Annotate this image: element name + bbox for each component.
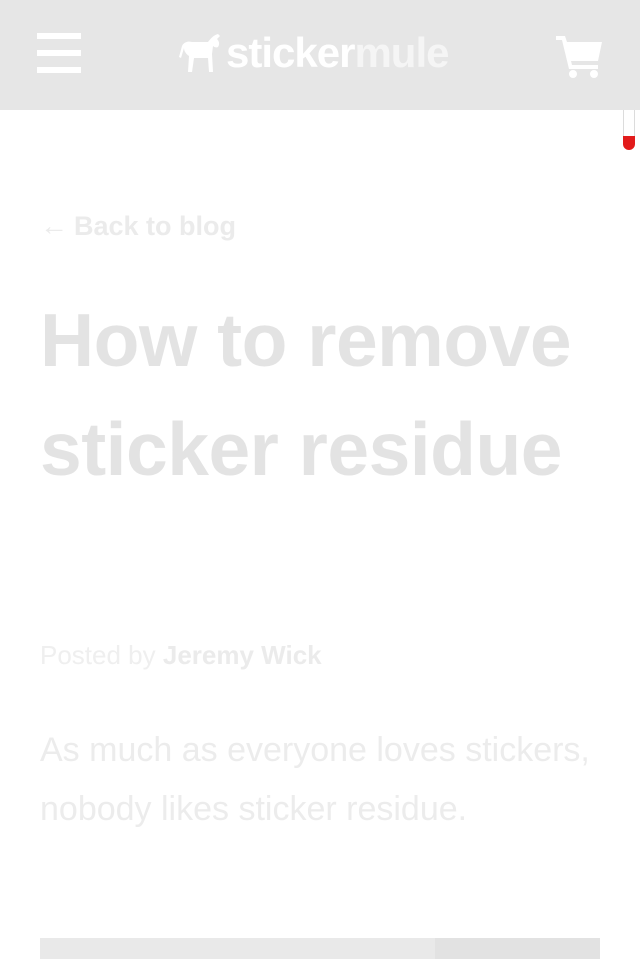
sticker-mule-logo[interactable]: sticker mule (178, 29, 449, 76)
scroll-progress-indicator (622, 110, 636, 150)
hamburger-menu-bar (37, 50, 81, 56)
logo-wordmark-mule: mule (354, 29, 449, 76)
hamburger-menu-icon (37, 33, 81, 39)
left-arrow-icon: ← (40, 210, 68, 241)
hamburger-menu-bar (37, 67, 81, 73)
scroll-progress-marker (623, 136, 635, 150)
hero-image-segment (435, 938, 600, 959)
article-title: How to remove sticker residue (40, 298, 572, 491)
article-byline: Posted by Jeremy Wick (40, 640, 322, 671)
shopping-cart-icon (556, 36, 602, 78)
cart-button[interactable] (556, 34, 604, 78)
byline-prefix: Posted by (40, 640, 156, 670)
article-intro: As much as everyone loves stickers, nobo… (40, 731, 590, 828)
site-header: sticker mule (0, 0, 640, 110)
article-hero-image (40, 938, 600, 959)
back-to-blog-label: Back to blog (74, 210, 237, 241)
menu-button[interactable] (37, 33, 81, 73)
back-to-blog-link[interactable]: ← Back to blog (40, 210, 236, 242)
mule-logo-icon (179, 34, 220, 72)
logo-wordmark-sticker: sticker (226, 29, 355, 76)
author-link[interactable]: Jeremy Wick (163, 640, 322, 670)
